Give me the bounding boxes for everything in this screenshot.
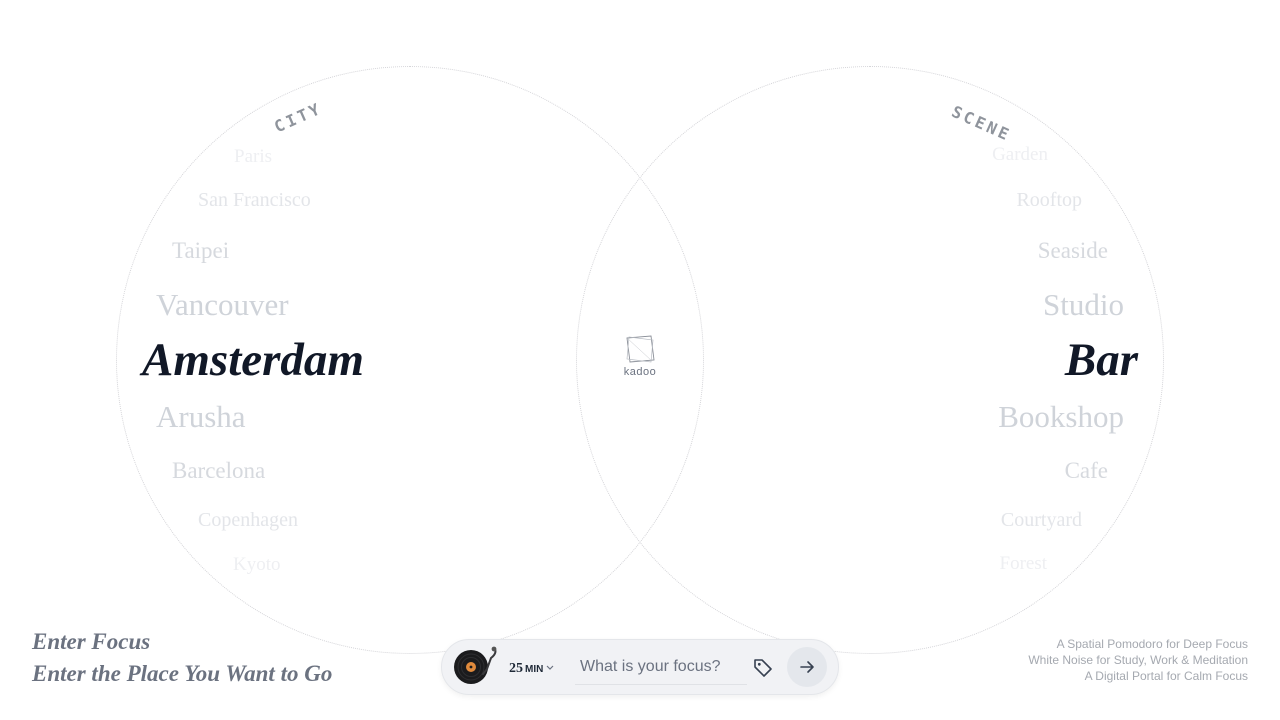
tagline-primary: Enter Focus: [32, 629, 151, 654]
city-option-selected[interactable]: Amsterdam: [142, 337, 364, 384]
logo-text: kadoo: [623, 366, 657, 378]
descriptions: A Spatial Pomodoro for Deep Focus White …: [1028, 636, 1248, 684]
tagline-secondary: Enter the Place You Want to Go: [32, 661, 333, 686]
city-option-paris[interactable]: Paris: [234, 147, 272, 166]
city-option-arusha[interactable]: Arusha: [156, 401, 246, 432]
taglines: Enter Focus Enter the Place You Want to …: [32, 626, 332, 690]
city-option-copenhagen[interactable]: Copenhagen: [198, 510, 298, 530]
scene-option-selected[interactable]: Bar: [1065, 337, 1138, 384]
scene-option-forest[interactable]: Forest: [1000, 554, 1048, 573]
vinyl-record-icon[interactable]: [453, 646, 497, 686]
focus-input[interactable]: [575, 650, 747, 685]
city-option-barcelona[interactable]: Barcelona: [172, 459, 265, 482]
start-focus-button[interactable]: [787, 647, 827, 687]
scene-option-seaside[interactable]: Seaside: [1038, 239, 1108, 262]
chevron-down-icon: [546, 659, 554, 674]
portal-stage: CITY SCENE Paris San Francisco Taipei Va…: [0, 0, 1280, 720]
description-line: White Noise for Study, Work & Meditation: [1028, 653, 1248, 667]
tag-icon: [754, 659, 772, 677]
city-option-vancouver[interactable]: Vancouver: [156, 289, 289, 320]
scene-option-bookshop[interactable]: Bookshop: [998, 401, 1124, 432]
kadoo-logo-icon: [626, 335, 655, 363]
focus-bar: 25 MIN: [441, 639, 839, 695]
scene-option-cafe[interactable]: Cafe: [1065, 459, 1108, 482]
city-option-san-francisco[interactable]: San Francisco: [198, 190, 311, 210]
kadoo-logo[interactable]: kadoo: [619, 334, 661, 378]
scene-option-garden[interactable]: Garden: [992, 145, 1048, 164]
city-option-kyoto[interactable]: Kyoto: [233, 555, 281, 574]
description-line: A Digital Portal for Calm Focus: [1084, 669, 1248, 683]
tag-button[interactable]: [751, 656, 775, 680]
scene-option-courtyard[interactable]: Courtyard: [1001, 510, 1082, 530]
duration-selector[interactable]: 25 MIN: [509, 659, 554, 677]
arrow-right-icon: [800, 661, 814, 673]
city-option-taipei[interactable]: Taipei: [172, 239, 229, 262]
duration-unit: MIN: [525, 664, 544, 675]
description-line: A Spatial Pomodoro for Deep Focus: [1056, 637, 1248, 651]
duration-value: 25: [509, 661, 523, 676]
scene-option-studio[interactable]: Studio: [1043, 289, 1124, 320]
scene-option-rooftop[interactable]: Rooftop: [1016, 190, 1082, 210]
